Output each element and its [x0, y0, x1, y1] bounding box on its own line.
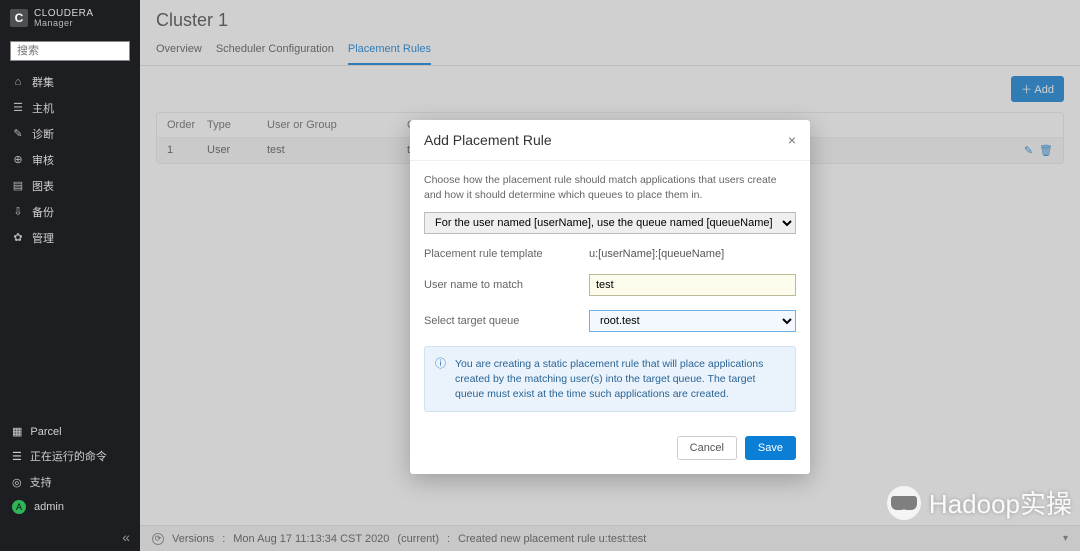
footer-label: 支持 [30, 474, 52, 490]
main: Cluster 1 Overview Scheduler Configurati… [140, 0, 1080, 551]
nav-label: 审核 [32, 152, 54, 168]
cancel-button[interactable]: Cancel [677, 436, 737, 460]
admin-avatar-icon: A [12, 500, 26, 514]
clusters-icon: ⌂ [12, 76, 24, 88]
nav-label: 群集 [32, 74, 54, 90]
sidebar: C CLOUDERA Manager ⌂ 群集 ☰ 主机 ✎ 诊断 ⊕ 审核 ▤ 图表 ⇩… [0, 0, 140, 551]
logo-text: CLOUDERA Manager [34, 8, 94, 29]
footer-admin[interactable]: Aadmin [0, 495, 140, 519]
hosts-icon: ☰ [12, 101, 24, 114]
nav-hosts[interactable]: ☰ 主机 [0, 95, 140, 121]
nav-label: 备份 [32, 204, 54, 220]
search-input[interactable] [10, 41, 130, 61]
target-queue-select[interactable]: root.test [589, 310, 796, 332]
nav-diagnostics[interactable]: ✎ 诊断 [0, 121, 140, 147]
rule-type-select[interactable]: For the user named [userName], use the q… [424, 212, 796, 234]
template-value: u:[userName]:[queueName] [589, 248, 796, 260]
nav-label: 管理 [32, 230, 54, 246]
nav-label: 主机 [32, 100, 54, 116]
username-label: User name to match [424, 279, 589, 291]
footer-parcel[interactable]: ▦ Parcel [0, 420, 140, 443]
template-label: Placement rule template [424, 248, 589, 260]
running-icon: ☰ [12, 450, 22, 463]
add-placement-rule-modal: Add Placement Rule × Choose how the plac… [410, 120, 810, 474]
collapse-sidebar-icon[interactable]: « [0, 523, 140, 551]
info-icon: ⓘ [435, 357, 446, 372]
username-input[interactable] [589, 274, 796, 296]
footer-label: admin [34, 501, 64, 513]
queue-label: Select target queue [424, 315, 589, 327]
modal-desc-line1: Choose how the placement rule should mat… [424, 174, 777, 186]
audit-icon: ⊕ [12, 153, 24, 166]
nav-audit[interactable]: ⊕ 审核 [0, 147, 140, 173]
logo[interactable]: C CLOUDERA Manager [0, 0, 140, 37]
close-icon[interactable]: × [788, 132, 796, 148]
nav-label: 诊断 [32, 126, 54, 142]
modal-desc-line2: and how it should determine which queues… [424, 189, 702, 201]
modal-title: Add Placement Rule [424, 132, 552, 148]
parcel-icon: ▦ [12, 425, 22, 438]
diagnostics-icon: ✎ [12, 127, 24, 140]
logo-badge: C [10, 9, 28, 27]
admin-icon: ✿ [12, 231, 24, 244]
modal-overlay: Add Placement Rule × Choose how the plac… [140, 0, 1080, 551]
nav-charts[interactable]: ▤ 图表 [0, 173, 140, 199]
footer-label: Parcel [30, 426, 61, 438]
backup-icon: ⇩ [12, 205, 24, 218]
info-box: ⓘ You are creating a static placement ru… [424, 346, 796, 412]
nav-clusters[interactable]: ⌂ 群集 [0, 69, 140, 95]
charts-icon: ▤ [12, 179, 24, 192]
modal-description: Choose how the placement rule should mat… [424, 173, 796, 202]
save-button[interactable]: Save [745, 436, 796, 460]
support-icon: ◎ [12, 476, 22, 489]
footer-running[interactable]: ☰ 正在运行的命令 [0, 443, 140, 469]
nav-backup[interactable]: ⇩ 备份 [0, 199, 140, 225]
nav-admin[interactable]: ✿ 管理 [0, 225, 140, 251]
footer-support[interactable]: ◎ 支持 [0, 469, 140, 495]
footer-label: 正在运行的命令 [30, 448, 107, 464]
info-text: You are creating a static placement rule… [455, 358, 763, 399]
logo-line2: Manager [34, 19, 94, 29]
nav-label: 图表 [32, 178, 54, 194]
